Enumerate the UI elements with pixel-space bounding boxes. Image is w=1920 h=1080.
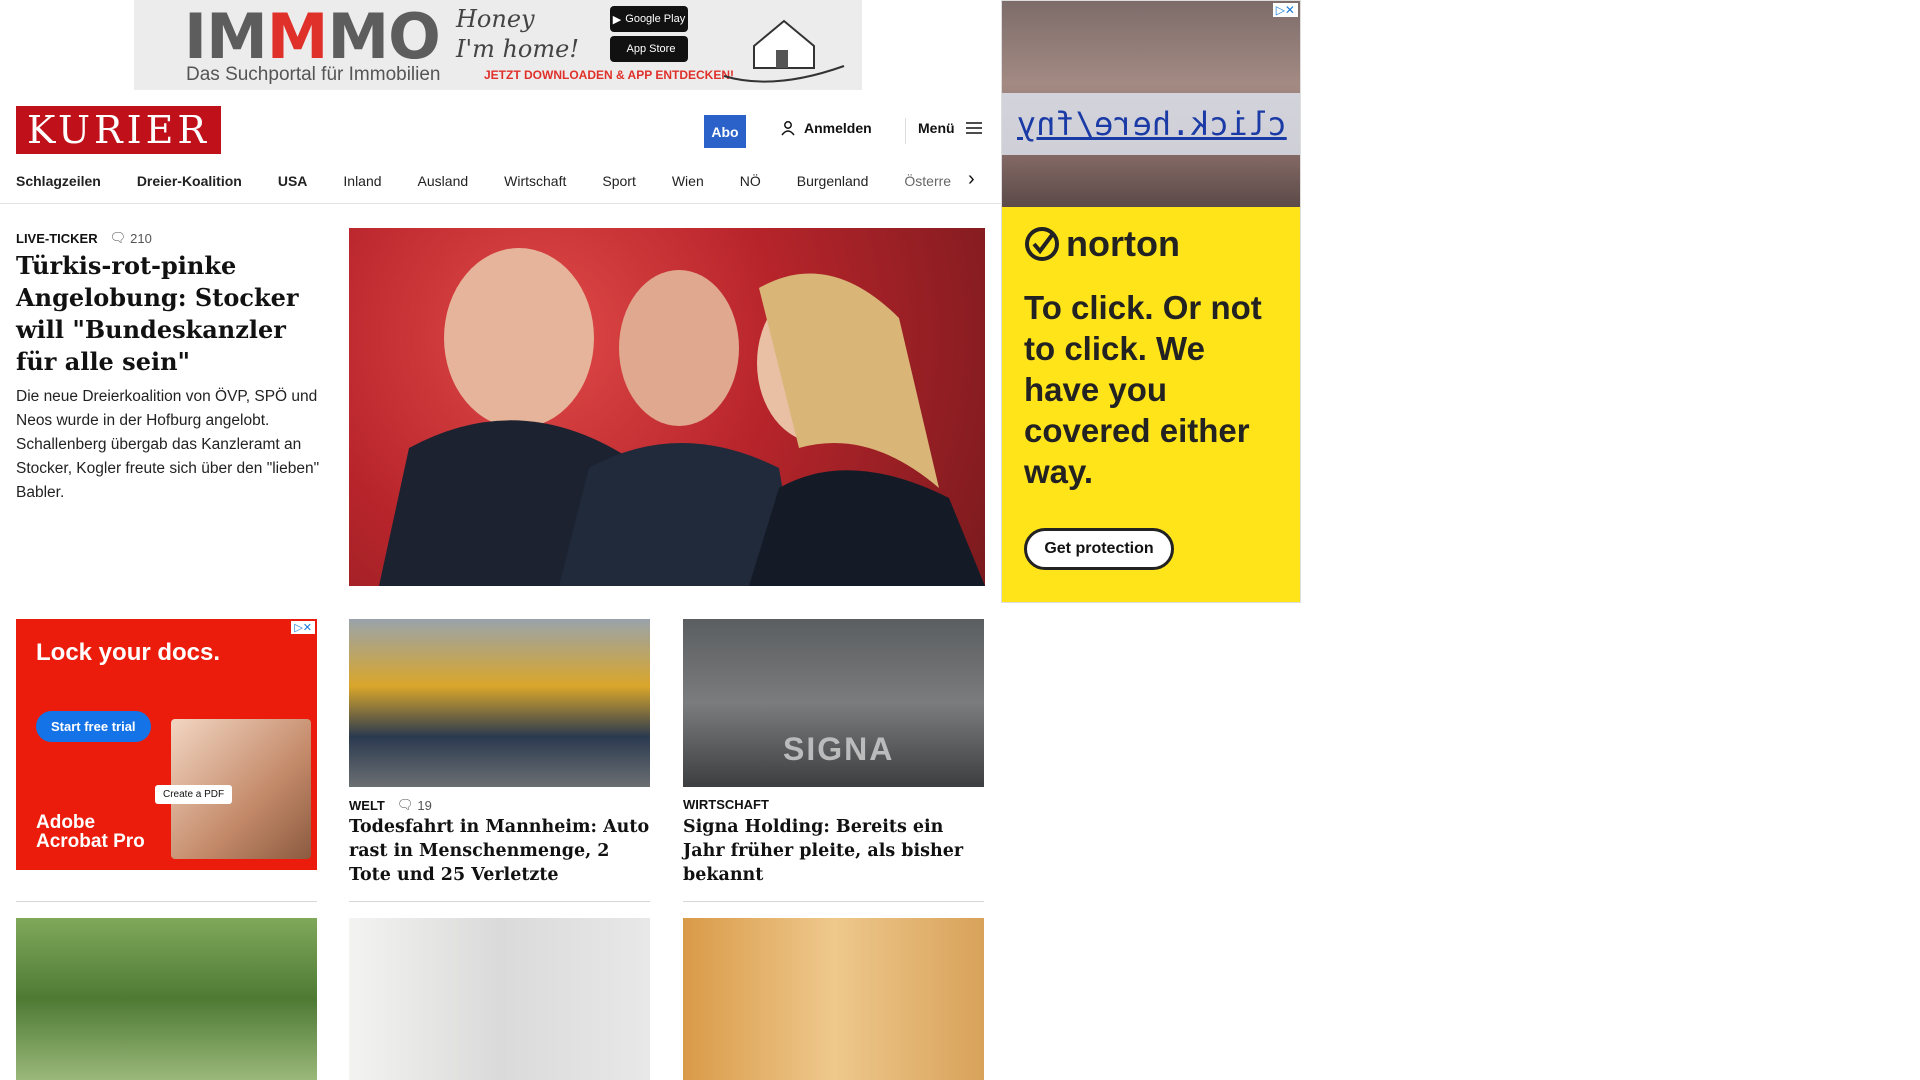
article-image-hammock[interactable] — [16, 918, 317, 1080]
immmo-logo: IMMMO — [184, 0, 441, 73]
article-kicker: WIRTSCHAFT — [683, 797, 769, 812]
app-store-button[interactable]: App Store — [610, 36, 688, 62]
article-image-mannheim[interactable] — [349, 619, 650, 787]
ad-headline: To click. Or not to click. We have you c… — [1024, 289, 1262, 490]
nav-item-oesterreich[interactable]: Österre — [904, 173, 951, 189]
kurier-logo[interactable]: KURIER — [16, 106, 221, 154]
article-image-signa[interactable]: SIGNA — [683, 619, 984, 787]
get-protection-button[interactable]: Get protection — [1024, 528, 1174, 570]
comment-icon: 🗨 — [396, 797, 414, 812]
ad-tagline: Das Suchportal für Immobilien — [186, 64, 441, 85]
article-kicker: WELT 🗨 19 — [349, 797, 432, 813]
play-icon: ▶ — [612, 13, 622, 26]
article-image-trump-duda[interactable] — [349, 918, 650, 1080]
nav-item-sport[interactable]: Sport — [602, 173, 635, 189]
row-divider — [349, 901, 650, 902]
norton-ad[interactable]: click.here/fny ▷✕ norton To click. Or no… — [1001, 0, 1301, 603]
adchoices-icon[interactable]: ▷✕ — [1272, 3, 1298, 17]
nav-item-noe[interactable]: NÖ — [740, 173, 761, 189]
user-icon — [781, 121, 795, 136]
nav-item-wirtschaft[interactable]: Wirtschaft — [504, 173, 566, 189]
nav-item-schlagzeilen[interactable]: Schlagzeilen — [16, 173, 101, 189]
lead-kicker: LIVE-TICKER 🗨 210 — [16, 230, 152, 246]
comment-icon: 🗨 — [109, 230, 127, 245]
lead-image[interactable] — [349, 228, 985, 586]
header-divider — [905, 118, 906, 144]
adobe-ad-headline: Lock your docs. — [36, 639, 221, 666]
nav-item-burgenland[interactable]: Burgenland — [797, 173, 869, 189]
nav-item-dreier-koalition[interactable]: Dreier-Koalition — [137, 173, 242, 189]
comment-count[interactable]: 🗨 19 — [397, 797, 432, 813]
norton-logo: norton — [1024, 223, 1180, 265]
create-pdf-chip: Create a PDF — [155, 785, 233, 804]
menu-button[interactable]: Menü — [918, 120, 983, 136]
nav-item-inland[interactable]: Inland — [343, 173, 381, 189]
norton-check-icon — [1025, 227, 1059, 261]
politicians-photo — [379, 248, 985, 586]
top-banner-ad[interactable]: IMMMO Das Suchportal für Immobilien Hone… — [134, 0, 862, 90]
article-headline[interactable]: Todesfahrt in Mannheim: Auto rast in Men… — [349, 815, 650, 887]
adchoices-icon[interactable]: ▷✕ — [291, 621, 315, 634]
adobe-ad[interactable]: Lock your docs. Start free trial Create … — [16, 619, 317, 870]
nav-item-usa[interactable]: USA — [278, 173, 308, 189]
nav-scroll-right-icon[interactable]: › — [968, 168, 975, 191]
lead-headline[interactable]: Türkis-rot-pinke Angelobung: Stocker wil… — [16, 250, 316, 378]
house-in-hand-icon — [723, 19, 845, 83]
ad-script-text: Honey I'm home! — [456, 5, 579, 63]
adobe-brand: Adobe Acrobat Pro — [36, 812, 145, 852]
row-divider — [683, 901, 984, 902]
comment-count[interactable]: 🗨 210 — [110, 230, 152, 246]
signa-sign-text: SIGNA — [783, 731, 895, 767]
article-image-red-carpet[interactable] — [683, 918, 984, 1080]
lead-teaser: Die neue Dreierkoalition von ÖVP, SPÖ un… — [16, 388, 320, 501]
login-button[interactable]: Anmelden — [780, 120, 872, 136]
nav-item-wien[interactable]: Wien — [672, 173, 704, 189]
article-headline[interactable]: Signa Holding: Bereits ein Jahr früher p… — [683, 815, 984, 887]
nav-item-ausland[interactable]: Ausland — [418, 173, 469, 189]
section-nav: Schlagzeilen Dreier-Koalition USA Inland… — [16, 168, 986, 194]
ad-cta-text[interactable]: JETZT DOWNLOADEN & APP ENTDECKEN! — [484, 68, 734, 82]
google-play-button[interactable]: ▶ Google Play — [610, 6, 688, 32]
row-divider — [16, 901, 317, 902]
nav-divider-line — [0, 203, 1001, 204]
start-free-trial-button[interactable]: Start free trial — [36, 711, 151, 742]
abo-button[interactable]: Abo — [704, 115, 746, 148]
hamburger-icon — [965, 122, 982, 134]
clickbait-link[interactable]: click.here/fny — [1002, 93, 1300, 155]
